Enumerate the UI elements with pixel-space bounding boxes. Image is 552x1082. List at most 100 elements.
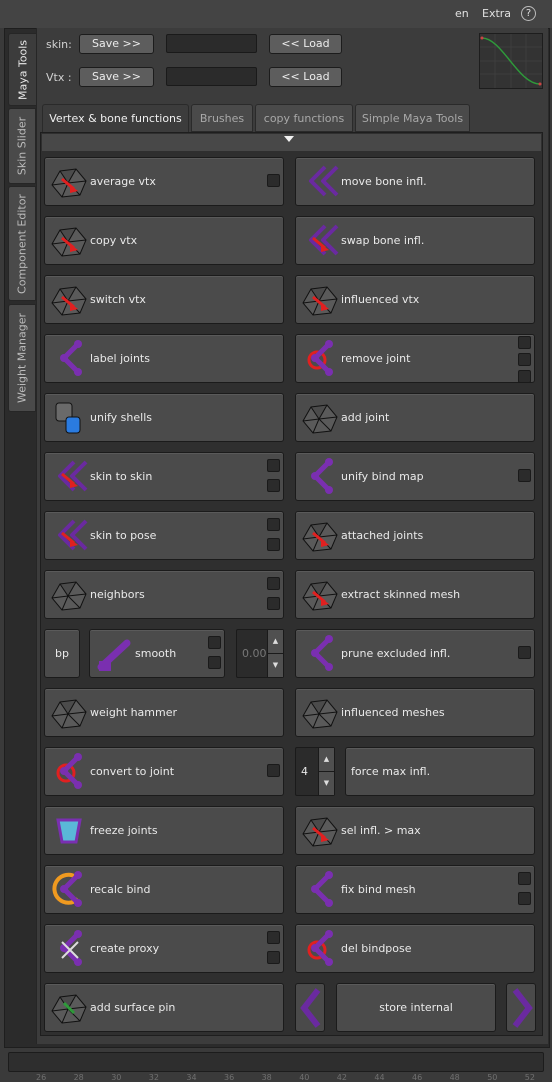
recalc-bind-icon bbox=[52, 869, 90, 911]
stepper-arrows[interactable]: ▲ ▼ bbox=[318, 748, 334, 795]
remove-joint-option-checkbox[interactable] bbox=[518, 336, 531, 349]
unify-bind-map-option-checkbox[interactable] bbox=[518, 469, 531, 482]
del-bindpose-icon bbox=[307, 928, 341, 970]
convert-to-joint-button[interactable]: convert to joint bbox=[44, 747, 284, 796]
button-label: skin to skin bbox=[90, 470, 153, 483]
skin-to-pose-icon bbox=[48, 515, 90, 557]
skin-name-field[interactable] bbox=[166, 34, 257, 53]
neighbors-option-checkbox[interactable] bbox=[267, 597, 280, 610]
remove-joint-option-checkbox[interactable] bbox=[518, 353, 531, 366]
neighbors-button[interactable]: neighbors bbox=[44, 570, 284, 619]
stepper-arrows[interactable]: ▲ ▼ bbox=[267, 630, 283, 677]
label-joints-button[interactable]: label joints bbox=[44, 334, 284, 383]
help-icon[interactable]: ? bbox=[521, 6, 536, 21]
skin-load-button[interactable]: << Load bbox=[269, 34, 342, 54]
create-proxy-option-checkbox[interactable] bbox=[267, 951, 280, 964]
smooth-option-checkbox[interactable] bbox=[208, 656, 221, 669]
convert-to-joint-option-checkbox[interactable] bbox=[267, 764, 280, 777]
tab-brushes[interactable]: Brushes bbox=[191, 104, 253, 132]
influenced-vtx-button[interactable]: influenced vtx bbox=[295, 275, 535, 324]
bp-label: bp bbox=[55, 647, 69, 660]
store-internal-button[interactable]: store internal bbox=[336, 983, 496, 1032]
copy-vtx-button[interactable]: copy vtx bbox=[44, 216, 284, 265]
skin-to-pose-button[interactable]: skin to pose bbox=[44, 511, 284, 560]
button-label: move bone infl. bbox=[341, 175, 427, 188]
tab-simple-maya-tools[interactable]: Simple Maya Tools bbox=[355, 104, 470, 132]
ruler-tick-label: 34 bbox=[186, 1074, 197, 1082]
force-max-infl-button[interactable]: force max infl. bbox=[345, 747, 535, 796]
fix-bind-mesh-button[interactable]: fix bind mesh bbox=[295, 865, 535, 914]
side-tab-weight-manager[interactable]: Weight Manager bbox=[8, 304, 36, 412]
influenced-meshes-icon bbox=[299, 692, 341, 734]
skin-to-pose-option-checkbox[interactable] bbox=[267, 538, 280, 551]
freeze-joints-button[interactable]: freeze joints bbox=[44, 806, 284, 855]
fix-bind-mesh-option-checkbox[interactable] bbox=[518, 892, 531, 905]
skin-to-skin-option-checkbox[interactable] bbox=[267, 459, 280, 472]
next-icon bbox=[512, 988, 533, 1028]
button-label: force max infl. bbox=[351, 765, 431, 778]
add-joint-button[interactable]: add joint bbox=[295, 393, 535, 442]
influenced-meshes-button[interactable]: influenced meshes bbox=[295, 688, 535, 737]
unify-shells-button[interactable]: unify shells bbox=[44, 393, 284, 442]
remove-joint-button[interactable]: remove joint bbox=[295, 334, 535, 383]
extra-menu[interactable]: Extra bbox=[482, 7, 511, 20]
swap-bone-infl-icon bbox=[299, 220, 341, 262]
bp-button[interactable]: bp bbox=[44, 629, 80, 678]
max-influence-stepper[interactable]: 4 ▲ ▼ bbox=[295, 747, 335, 796]
skin-to-pose-option-checkbox[interactable] bbox=[267, 518, 280, 531]
smooth-strength-stepper[interactable]: 0.00 ▲ ▼ bbox=[236, 629, 284, 678]
create-proxy-option-checkbox[interactable] bbox=[267, 931, 280, 944]
sel-infl-max-button[interactable]: sel infl. > max bbox=[295, 806, 535, 855]
prune-excluded-infl-button[interactable]: prune excluded infl. bbox=[295, 629, 535, 678]
neighbors-option-checkbox[interactable] bbox=[267, 577, 280, 590]
smooth-button[interactable]: smooth bbox=[89, 629, 225, 678]
create-proxy-button[interactable]: create proxy bbox=[44, 924, 284, 973]
skin-save-button[interactable]: Save >> bbox=[79, 34, 154, 54]
tab-copy-functions[interactable]: copy functions bbox=[255, 104, 353, 132]
recalc-bind-button[interactable]: recalc bind bbox=[44, 865, 284, 914]
convert-to-joint-icon bbox=[56, 751, 90, 793]
swap-bone-infl-button[interactable]: swap bone infl. bbox=[295, 216, 535, 265]
move-bone-infl-button[interactable]: move bone infl. bbox=[295, 157, 535, 206]
fix-bind-mesh-option-checkbox[interactable] bbox=[518, 872, 531, 885]
ruler-tick-label: 40 bbox=[299, 1074, 310, 1082]
vtx-name-field[interactable] bbox=[166, 67, 257, 86]
weight-hammer-button[interactable]: weight hammer bbox=[44, 688, 284, 737]
collapse-arrow-icon[interactable] bbox=[284, 136, 294, 142]
ruler-tick-label: 32 bbox=[148, 1074, 159, 1082]
move-bone-infl-icon bbox=[299, 161, 341, 203]
average-vtx-icon bbox=[48, 161, 90, 203]
attached-joints-button[interactable]: attached joints bbox=[295, 511, 535, 560]
next-button[interactable] bbox=[506, 983, 536, 1032]
average-vtx-option-checkbox[interactable] bbox=[267, 174, 280, 187]
side-tab-component-editor[interactable]: Component Editor bbox=[8, 186, 36, 301]
tab-vertex-bone-functions[interactable]: Vertex & bone functions bbox=[42, 104, 189, 133]
del-bindpose-button[interactable]: del bindpose bbox=[295, 924, 535, 973]
side-tab-label: Skin Slider bbox=[15, 116, 29, 176]
falloff-curve-graph[interactable] bbox=[479, 33, 543, 89]
button-label: swap bone infl. bbox=[341, 234, 425, 247]
prev-button[interactable] bbox=[295, 983, 325, 1032]
vtx-save-button[interactable]: Save >> bbox=[79, 67, 154, 87]
add-surface-pin-button[interactable]: add surface pin bbox=[44, 983, 284, 1032]
side-tab-maya-tools[interactable]: Maya Tools bbox=[8, 33, 36, 106]
timeline-ruler: 26 28 30 32 34 36 38 40 42 44 46 48 50 52 bbox=[0, 1074, 552, 1082]
switch-vtx-icon bbox=[48, 279, 90, 321]
skin-save-label: Save >> bbox=[92, 37, 141, 50]
prune-excluded-infl-option-checkbox[interactable] bbox=[518, 646, 531, 659]
skin-to-skin-option-checkbox[interactable] bbox=[267, 479, 280, 492]
button-label: unify shells bbox=[90, 411, 152, 424]
ruler-tick-label: 44 bbox=[374, 1074, 385, 1082]
skin-to-skin-button[interactable]: skin to skin bbox=[44, 452, 284, 501]
unify-bind-map-button[interactable]: unify bind map bbox=[295, 452, 535, 501]
switch-vtx-button[interactable]: switch vtx bbox=[44, 275, 284, 324]
extract-skinned-mesh-button[interactable]: extract skinned mesh bbox=[295, 570, 535, 619]
vtx-load-button[interactable]: << Load bbox=[269, 67, 342, 87]
neighbors-icon bbox=[48, 574, 90, 616]
unify-shells-icon bbox=[55, 402, 81, 434]
smooth-option-checkbox[interactable] bbox=[208, 636, 221, 649]
remove-joint-option-checkbox[interactable] bbox=[518, 370, 531, 383]
language-menu[interactable]: en bbox=[455, 7, 469, 20]
average-vtx-button[interactable]: average vtx bbox=[44, 157, 284, 206]
side-tab-skin-slider[interactable]: Skin Slider bbox=[8, 108, 36, 184]
